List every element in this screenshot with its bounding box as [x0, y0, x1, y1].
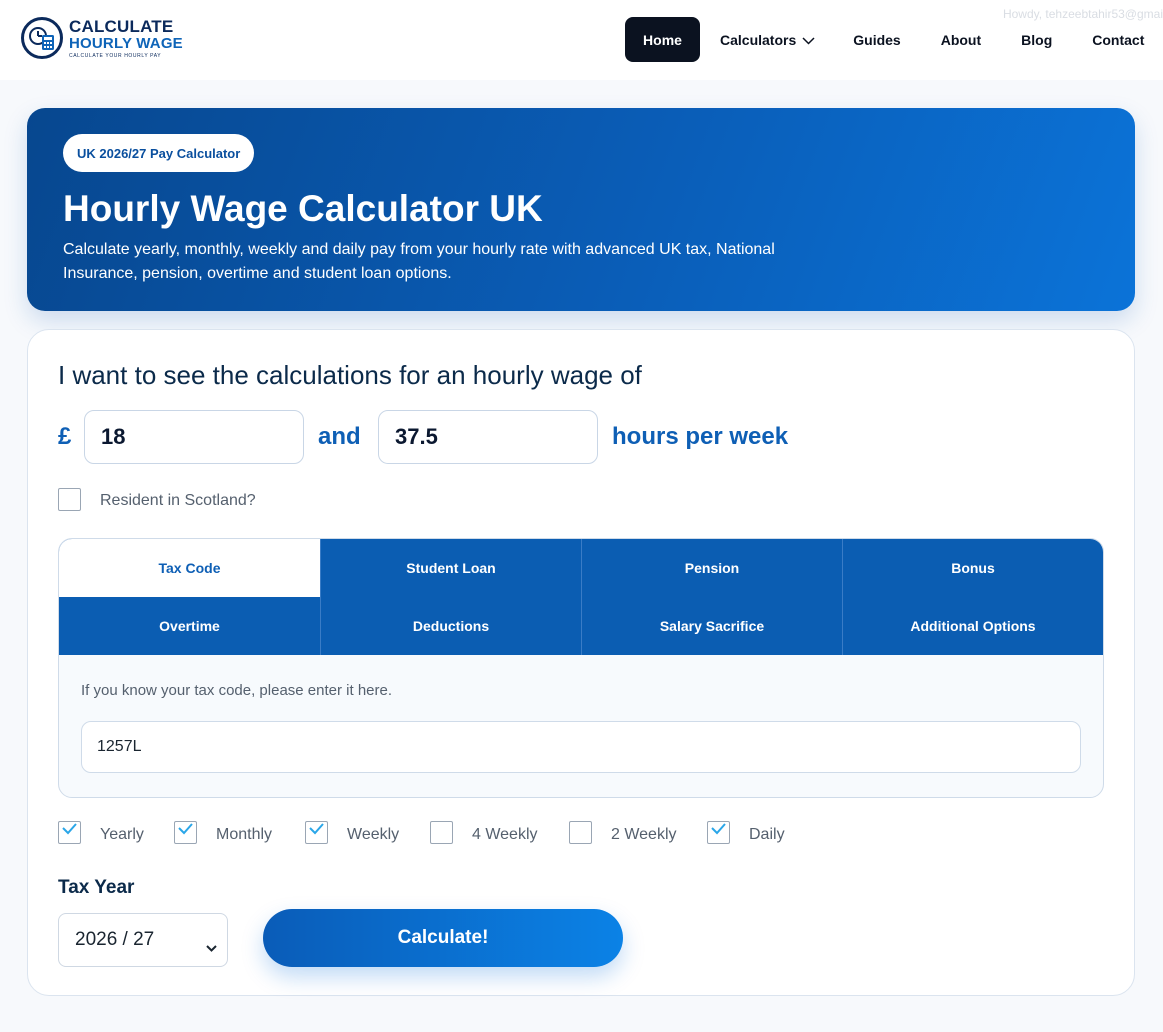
tab-overtime[interactable]: Overtime [59, 597, 320, 655]
checkmark-icon [711, 823, 726, 835]
tax-year-label: Tax Year [58, 877, 135, 898]
tab-tax-code[interactable]: Tax Code [59, 539, 320, 597]
tax-code-help: If you know your tax code, please enter … [81, 682, 393, 699]
chevron-down-icon [802, 32, 815, 48]
chevron-down-icon [206, 936, 217, 958]
tax-year-value: 2026 / 27 [75, 929, 155, 950]
logo-tagline: CALCULATE YOUR HOURLY PAY [69, 52, 162, 59]
nav-contact[interactable]: Contact [1092, 17, 1144, 62]
nav-home[interactable]: Home [625, 17, 700, 62]
tax-year-select[interactable]: 2026 / 27 [58, 913, 228, 967]
tab-student-loan[interactable]: Student Loan [320, 539, 581, 597]
hours-per-week-label: hours per week [612, 423, 789, 450]
period-checkbox-yearly[interactable] [58, 821, 81, 844]
period-checkbox-weekly[interactable] [305, 821, 328, 844]
period-checkbox-daily[interactable] [707, 821, 730, 844]
nav-calculators-label: Calculators [720, 31, 797, 48]
checkmark-icon [62, 823, 77, 835]
hours-per-week-input[interactable]: 37.5 [378, 410, 598, 464]
scotland-label: Resident in Scotland? [100, 492, 256, 509]
nav-calculators[interactable]: Calculators [720, 17, 815, 62]
period-checkbox-monthly[interactable] [174, 821, 197, 844]
page-title: Hourly Wage Calculator UK [63, 188, 543, 229]
tax-code-input[interactable]: 1257L [81, 721, 1081, 773]
logo-line-1: CALCULATE [69, 16, 174, 36]
nav-about[interactable]: About [941, 17, 981, 62]
scotland-checkbox[interactable] [58, 488, 81, 511]
checkmark-icon [178, 823, 193, 835]
hero-banner: UK 2026/27 Pay Calculator Hourly Wage Ca… [27, 108, 1135, 311]
tab-salary-sacrifice[interactable]: Salary Sacrifice [581, 597, 842, 655]
nav-guides[interactable]: Guides [853, 17, 900, 62]
checkmark-icon [309, 823, 324, 835]
site-logo[interactable]: CALCULATE HOURLY WAGE CALCULATE YOUR HOU… [21, 17, 183, 59]
period-checkbox-4-weekly[interactable] [430, 821, 453, 844]
and-label: and [318, 423, 361, 450]
logo-line-2: HOURLY WAGE [69, 34, 183, 52]
period-checkbox-2-weekly[interactable] [569, 821, 592, 844]
period-label-4-weekly: 4 Weekly [472, 826, 538, 843]
hero-badge: UK 2026/27 Pay Calculator [63, 134, 255, 172]
nav-blog[interactable]: Blog [1021, 17, 1052, 62]
period-label-daily: Daily [749, 826, 785, 843]
tab-additional-options[interactable]: Additional Options [842, 597, 1103, 655]
wage-question: I want to see the calculations for an ho… [58, 360, 642, 390]
period-label-2-weekly: 2 Weekly [611, 826, 677, 843]
period-label-yearly: Yearly [100, 826, 144, 843]
period-label-monthly: Monthly [216, 826, 273, 843]
period-label-weekly: Weekly [347, 826, 400, 843]
calculator-card: I want to see the calculations for an ho… [27, 329, 1135, 996]
main-nav: Home Calculators Guides About Blog Conta… [625, 17, 1144, 62]
calculate-button[interactable]: Calculate! [263, 909, 623, 967]
options-tabs-panel: Tax Code Student Loan Pension Bonus Over… [58, 538, 1104, 798]
hero-description: Calculate yearly, monthly, weekly and da… [63, 241, 775, 282]
currency-symbol: £ [58, 423, 72, 450]
tab-deductions[interactable]: Deductions [320, 597, 581, 655]
tab-pension[interactable]: Pension [581, 539, 842, 597]
options-tabs: Tax Code Student Loan Pension Bonus Over… [59, 539, 1103, 655]
calculator-clock-icon [21, 17, 63, 59]
site-header: Howdy, tehzeebtahir53@gmai CALCULATE HOU… [0, 0, 1163, 80]
hourly-rate-input[interactable]: 18 [84, 410, 304, 464]
logo-wordmark: CALCULATE HOURLY WAGE CALCULATE YOUR HOU… [69, 18, 183, 59]
tab-bonus[interactable]: Bonus [842, 539, 1103, 597]
